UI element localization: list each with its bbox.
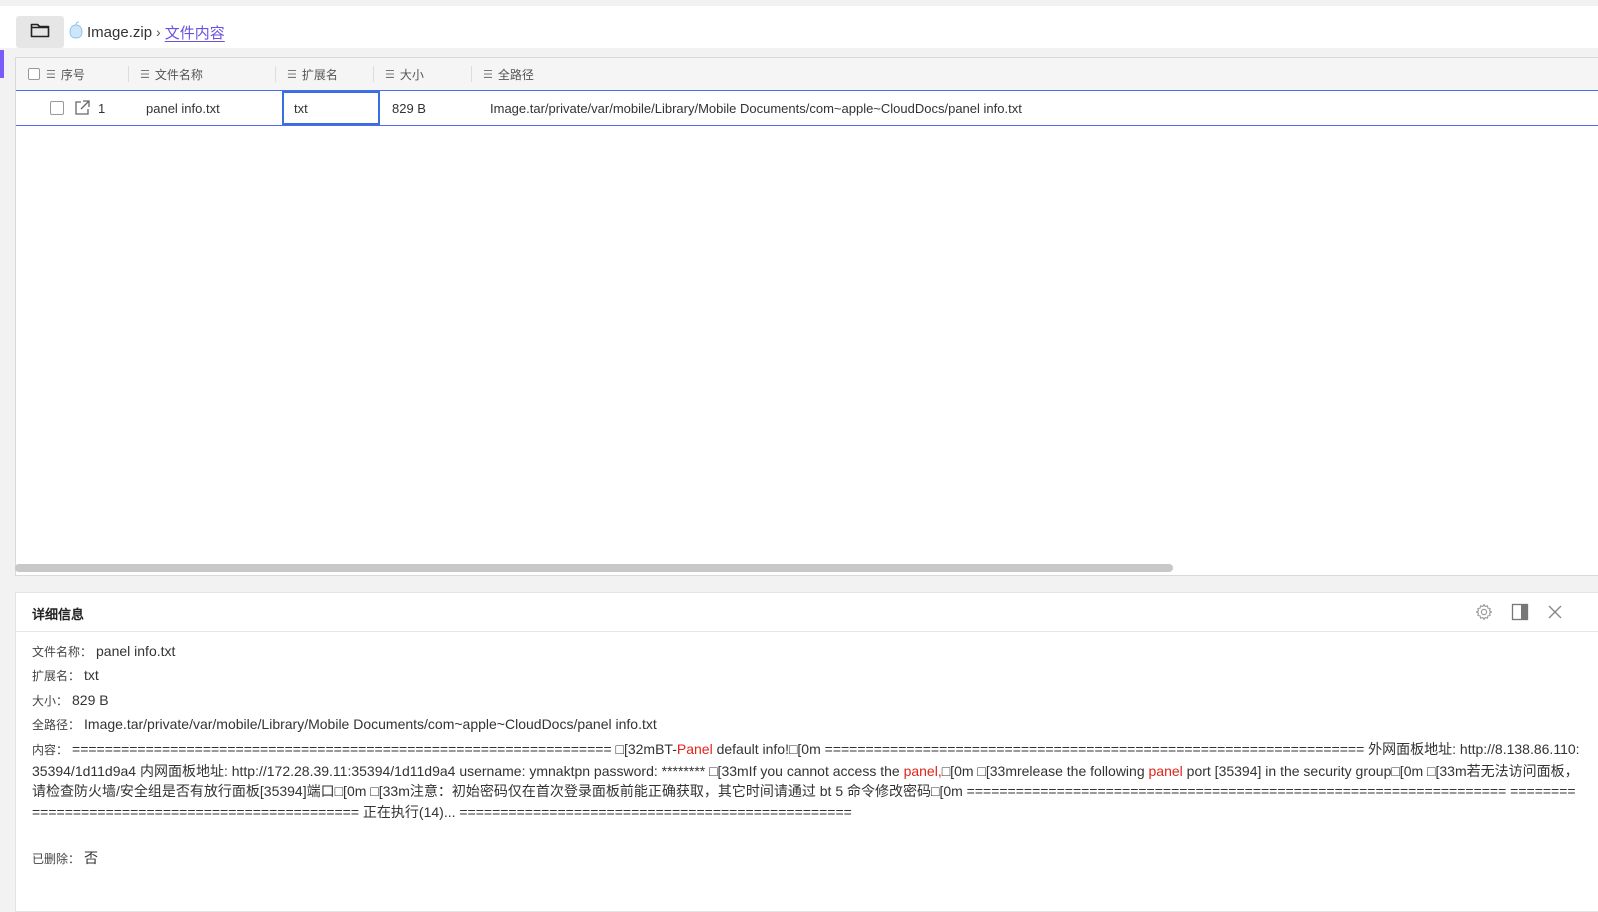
horizontal-scrollbar[interactable] [15, 564, 1173, 572]
header-label-size: 大小 [399, 67, 424, 82]
open-external-icon[interactable] [73, 91, 91, 125]
row-ext-selected[interactable]: txt [282, 91, 380, 125]
folder-icon [30, 22, 50, 43]
table-header: ☰ 序号 ☰ 文件名称 ☰ 扩展名 ☰ 大小 ☰ 全路径 [16, 58, 1598, 91]
detail-content: 内容： =====================================… [32, 739, 1582, 822]
file-table: ☰ 序号 ☰ 文件名称 ☰ 扩展名 ☰ 大小 ☰ 全路径 1 panel inf… [15, 57, 1598, 576]
detail-value-ext: txt [84, 667, 99, 683]
header-label-index: 序号 [60, 67, 85, 82]
detail-label-path: 全路径： [32, 718, 81, 732]
detail-label-size: 大小： [32, 694, 69, 708]
detail-field-name: 文件名称： panel info.txt [32, 643, 175, 660]
breadcrumb-separator: › [156, 24, 161, 40]
folder-button[interactable] [16, 16, 64, 48]
detail-value-deleted: 否 [84, 850, 99, 866]
row-name[interactable]: panel info.txt [146, 91, 220, 125]
content-highlight-1: Panel [676, 741, 713, 757]
column-menu-icon[interactable]: ☰ [483, 68, 493, 81]
column-menu-icon[interactable]: ☰ [385, 68, 395, 81]
header-label-name: 文件名称 [154, 67, 203, 82]
row-index: 1 [98, 100, 106, 116]
select-all-checkbox[interactable] [28, 68, 40, 80]
header-cell-path[interactable]: ☰ 全路径 [471, 58, 771, 90]
breadcrumb-current[interactable]: 文件内容 [165, 22, 225, 43]
row-checkbox[interactable] [50, 101, 64, 115]
breadcrumb-root[interactable]: Image.zip [87, 24, 152, 41]
detail-field-ext: 扩展名： txt [32, 667, 99, 684]
active-indicator [0, 50, 4, 78]
header-cell-ext[interactable]: ☰ 扩展名 [275, 58, 373, 90]
header-cell-size[interactable]: ☰ 大小 [373, 58, 471, 90]
detail-header: 详细信息 [16, 593, 1598, 632]
column-menu-icon[interactable]: ☰ [140, 68, 150, 81]
detail-panel: 详细信息 文件名称： panel info.txt 扩展名： txt 大小： 829 … [15, 592, 1598, 912]
column-menu-icon[interactable]: ☰ [46, 68, 56, 81]
breadcrumb: Image.zip › 文件内容 [68, 20, 225, 44]
content-text-3: □[0m □[33mrelease the following [941, 762, 1149, 779]
panel-toggle-icon[interactable] [1510, 602, 1530, 622]
detail-label-content: 内容： [32, 743, 69, 757]
header-cell-index[interactable]: ☰ 序号 [28, 58, 85, 90]
detail-value-path: Image.tar/private/var/mobile/Library/Mob… [84, 716, 657, 732]
detail-value-size: 829 B [72, 692, 109, 708]
row-path[interactable]: Image.tar/private/var/mobile/Library/Mob… [490, 91, 1022, 125]
close-icon[interactable] [1545, 602, 1565, 622]
content-highlight-2: panel, [903, 762, 942, 779]
header-label-ext: 扩展名 [301, 67, 338, 82]
table-row[interactable]: 1 panel info.txt txt 829 B Image.tar/pri… [16, 90, 1598, 126]
archive-icon [68, 21, 84, 43]
row-select-cell [50, 91, 64, 125]
detail-field-path: 全路径： Image.tar/private/var/mobile/Library… [32, 716, 657, 733]
header-label-path: 全路径 [497, 67, 534, 82]
gear-icon[interactable] [1474, 602, 1494, 622]
detail-title: 详细信息 [32, 607, 85, 622]
toolbar: Image.zip › 文件内容 [0, 6, 1598, 48]
detail-label-deleted: 已删除： [32, 852, 81, 866]
detail-field-size: 大小： 829 B [32, 692, 109, 709]
detail-field-deleted: 已删除：否 [32, 848, 98, 868]
row-size: 829 B [392, 100, 426, 116]
detail-label-ext: 扩展名： [32, 669, 81, 683]
header-cell-name[interactable]: ☰ 文件名称 [128, 58, 275, 90]
content-highlight-3: panel [1148, 762, 1183, 779]
detail-label-name: 文件名称： [32, 645, 93, 659]
column-menu-icon[interactable]: ☰ [287, 68, 297, 81]
detail-value-name: panel info.txt [96, 643, 176, 659]
content-text-1: ========================================… [72, 741, 677, 757]
